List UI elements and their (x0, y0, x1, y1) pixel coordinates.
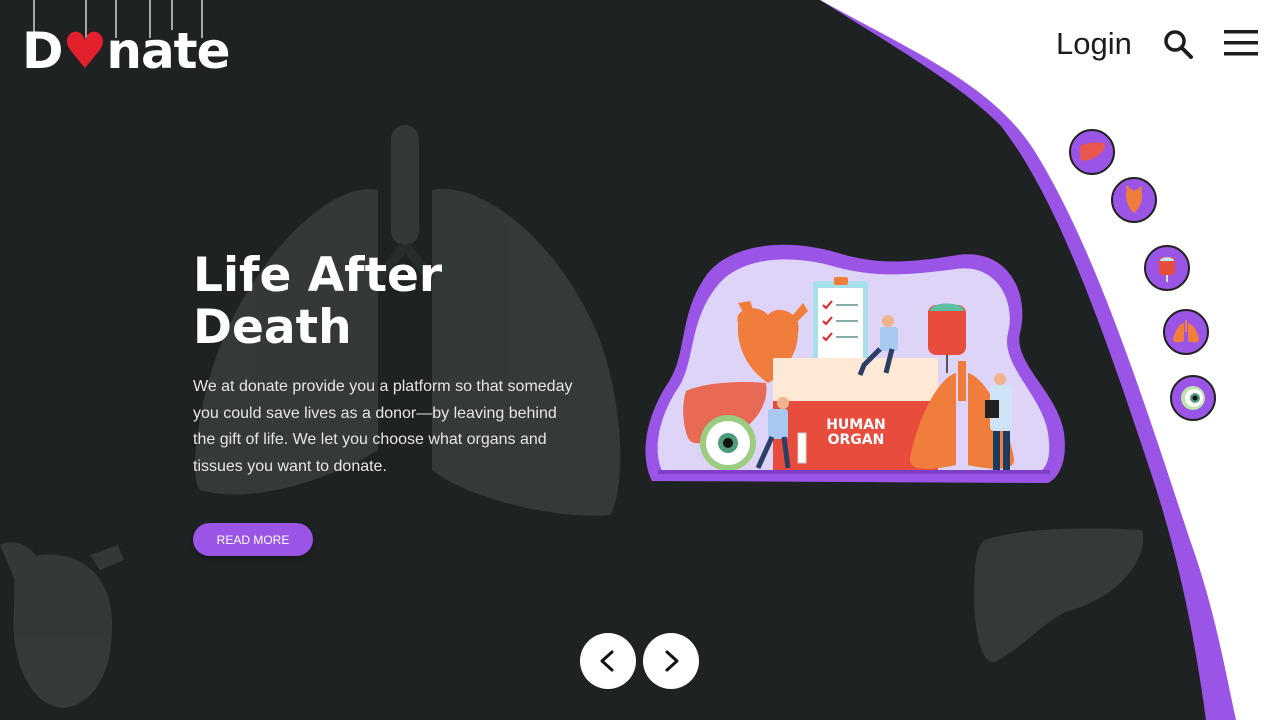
slider-prev-button[interactable] (580, 633, 636, 689)
hero-description: We at donate provide you a platform so t… (193, 378, 573, 475)
hero-title: Life After Death (193, 250, 493, 354)
logo-wordmark: D♥nate (22, 26, 231, 76)
logo-letter-d: D (22, 22, 64, 80)
organ-box-label-line1: HUMAN (826, 417, 886, 433)
organ-box-label: HUMAN ORGAN (806, 418, 906, 448)
lungs-icon[interactable] (1163, 309, 1209, 355)
blood-bag-icon[interactable] (1144, 245, 1190, 291)
login-link[interactable]: Login (1056, 26, 1132, 62)
illustration-eye (700, 415, 756, 471)
heart-icon[interactable] (1111, 177, 1157, 223)
organ-box-label-line2: ORGAN (827, 432, 885, 448)
donate-logo[interactable]: D♥nate (22, 0, 231, 85)
search-icon[interactable] (1162, 28, 1194, 60)
hero-title-line1: Life After (193, 248, 443, 303)
chevron-right-icon (665, 650, 679, 672)
hero-title-line2: Death (193, 300, 352, 355)
logo-letters-nate: nate (106, 22, 230, 80)
illustration-clipboard (813, 277, 868, 366)
liver-icon[interactable] (1069, 129, 1115, 175)
read-more-button[interactable]: READ MORE (193, 523, 313, 556)
chevron-left-icon (600, 650, 614, 672)
slider-next-button[interactable] (643, 633, 699, 689)
organ-donation-illustration (645, 244, 1065, 483)
eye-icon[interactable] (1170, 375, 1216, 421)
landing-page: D♥nate Login Life After Death We at dona… (0, 0, 1280, 720)
heart-icon: ♥ (62, 22, 108, 80)
hamburger-menu-icon[interactable] (1222, 28, 1260, 58)
